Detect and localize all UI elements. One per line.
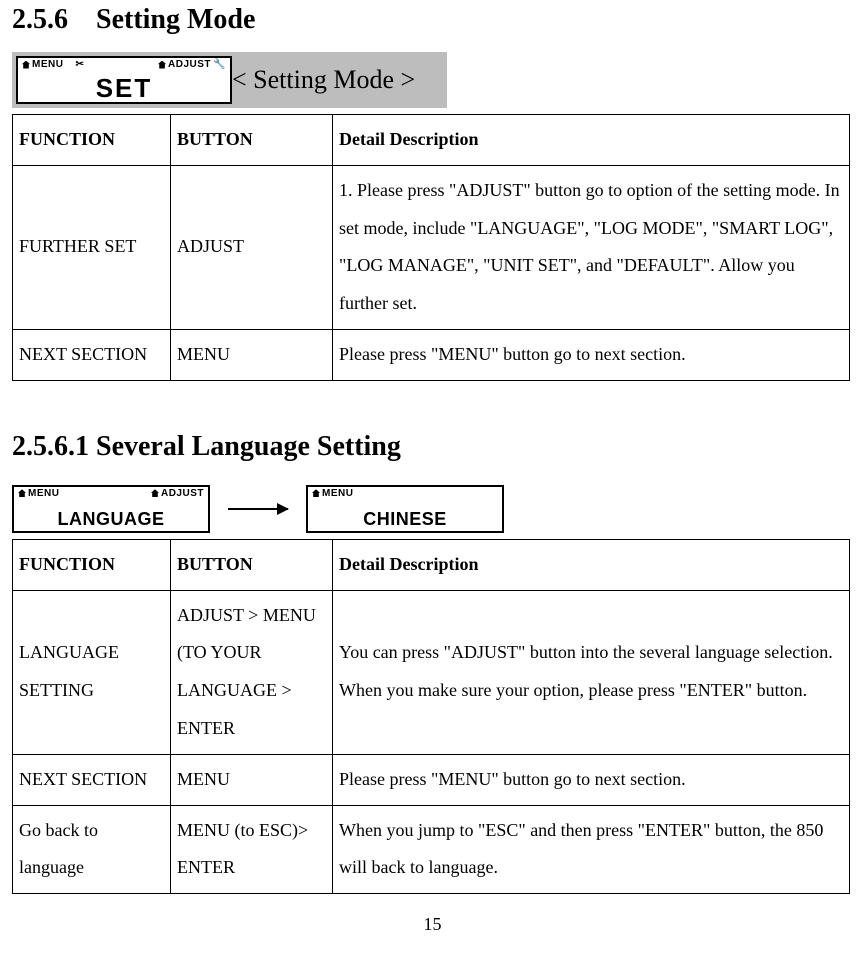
section-title: Setting Mode: [96, 4, 255, 35]
section-heading-2561: 2.5.6.1 Several Language Setting: [12, 431, 853, 463]
lcd-top-bar: MENU ADJUST: [14, 487, 208, 499]
cell-detail: You can press "ADJUST" button into the s…: [333, 590, 850, 754]
lcd-row-language: MENU ADJUST LANGUAGE MENU CHINESE: [12, 485, 853, 533]
lcd-screen-set: MENU ✂ ADJUST 🔧 SET: [16, 56, 232, 104]
cell-detail: When you jump to "ESC" and then press "E…: [333, 805, 850, 894]
house-icon: [22, 61, 30, 69]
lcd-screen-chinese: MENU CHINESE: [306, 485, 504, 533]
table-row: NEXT SECTION MENU Please press "MENU" bu…: [13, 754, 850, 805]
section-number: 2.5.6: [12, 4, 68, 35]
table-header-row: FUNCTION BUTTON Detail Description: [13, 539, 850, 590]
lcd-main-text: LANGUAGE: [14, 510, 208, 531]
house-icon: [312, 489, 320, 497]
lcd-row-set: MENU ✂ ADJUST 🔧 SET < Setting Mode >: [12, 52, 853, 108]
cell-button: ADJUST: [171, 165, 333, 329]
cell-function: LANGUAGE SETTING: [13, 590, 171, 754]
cell-function: FURTHER SET: [13, 165, 171, 329]
lcd-top-bar: MENU: [308, 487, 502, 499]
cell-button: ADJUST > MENU (TO YOUR LANGUAGE > ENTER: [171, 590, 333, 754]
table-row: Go back to language MENU (to ESC)> ENTER…: [13, 805, 850, 894]
th-button: BUTTON: [171, 115, 333, 166]
table-row: LANGUAGE SETTING ADJUST > MENU (TO YOUR …: [13, 590, 850, 754]
table-language-setting: FUNCTION BUTTON Detail Description LANGU…: [12, 539, 850, 894]
lcd-menu-label: MENU: [32, 59, 63, 70]
table-setting-mode: FUNCTION BUTTON Detail Description FURTH…: [12, 114, 850, 381]
arrow-icon: [228, 508, 288, 510]
cell-function: NEXT SECTION: [13, 329, 171, 380]
lcd-menu-label: MENU: [28, 488, 59, 499]
house-icon: [18, 489, 26, 497]
th-function: FUNCTION: [13, 115, 171, 166]
house-icon: [158, 61, 166, 69]
lcd-container: MENU ✂ ADJUST 🔧 SET < Setting Mode >: [12, 52, 447, 108]
lcd-top-bar: MENU ✂ ADJUST 🔧: [18, 58, 230, 70]
page-number: 15: [0, 914, 865, 935]
cell-button: MENU: [171, 329, 333, 380]
th-detail: Detail Description: [333, 115, 850, 166]
tool-icon: ✂: [75, 60, 84, 70]
cell-function: NEXT SECTION: [13, 754, 171, 805]
lcd-caption: < Setting Mode >: [232, 65, 415, 95]
lcd-main-text: CHINESE: [308, 510, 502, 531]
lcd-adjust-label: ADJUST: [168, 59, 211, 70]
lcd-menu-label: MENU: [322, 488, 353, 499]
cell-button: MENU (to ESC)> ENTER: [171, 805, 333, 894]
table-header-row: FUNCTION BUTTON Detail Description: [13, 115, 850, 166]
lcd-screen-language: MENU ADJUST LANGUAGE: [12, 485, 210, 533]
th-detail: Detail Description: [333, 539, 850, 590]
th-button: BUTTON: [171, 539, 333, 590]
cell-detail: Please press "MENU" button go to next se…: [333, 329, 850, 380]
section-heading-256: 2.5.6 Setting Mode: [12, 0, 853, 52]
cell-detail: Please press "MENU" button go to next se…: [333, 754, 850, 805]
cell-button: MENU: [171, 754, 333, 805]
cell-function: Go back to language: [13, 805, 171, 894]
lcd-main-text: SET: [18, 75, 230, 102]
th-function: FUNCTION: [13, 539, 171, 590]
table-row: FURTHER SET ADJUST 1. Please press "ADJU…: [13, 165, 850, 329]
house-icon: [151, 489, 159, 497]
cell-detail: 1. Please press "ADJUST" button go to op…: [333, 165, 850, 329]
wrench-icon: 🔧: [213, 60, 226, 70]
table-row: NEXT SECTION MENU Please press "MENU" bu…: [13, 329, 850, 380]
lcd-adjust-label: ADJUST: [161, 488, 204, 499]
